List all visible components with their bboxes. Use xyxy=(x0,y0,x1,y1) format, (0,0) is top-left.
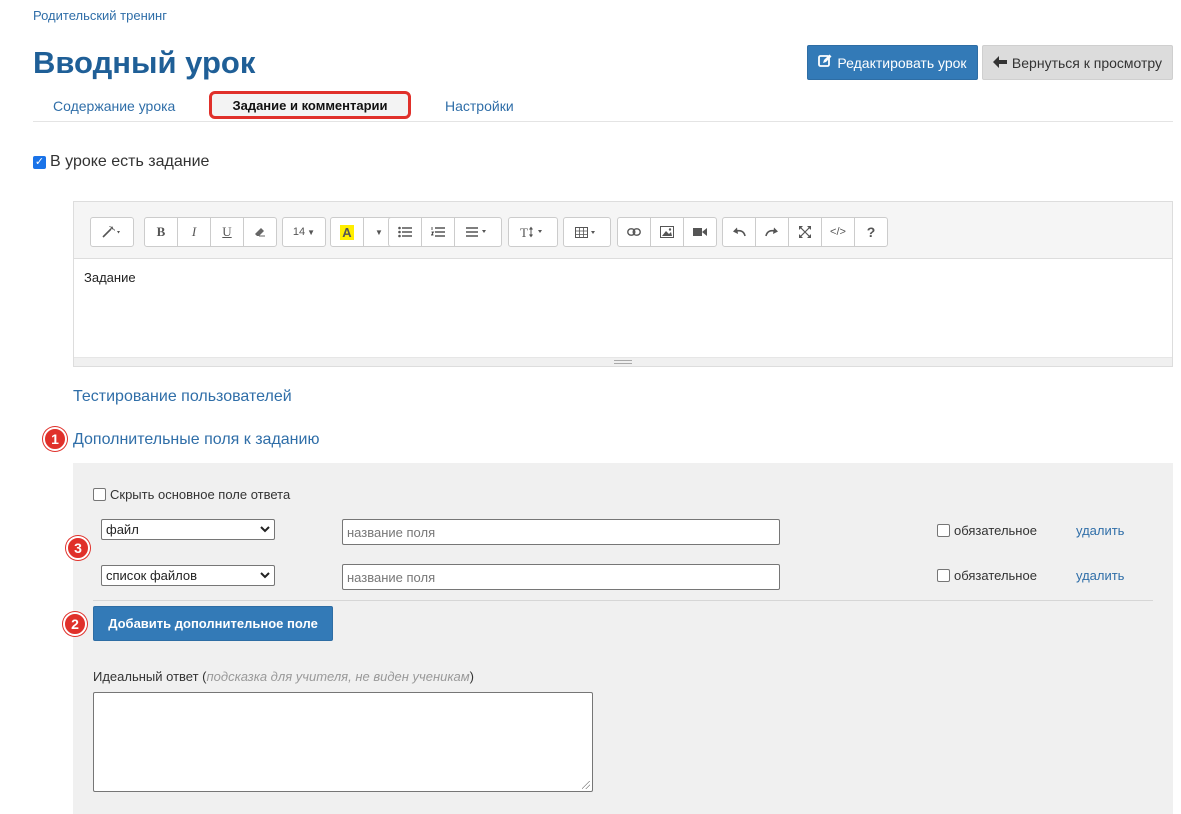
underline-icon[interactable]: U xyxy=(210,217,244,247)
link-icon[interactable] xyxy=(617,217,651,247)
eraser-icon[interactable] xyxy=(243,217,277,247)
video-icon[interactable] xyxy=(683,217,717,247)
back-to-view-label: Вернуться к просмотру xyxy=(1011,54,1163,71)
badge-3: 3 xyxy=(66,536,90,560)
hide-main-answer-row[interactable]: Скрыть основное поле ответа xyxy=(93,487,290,502)
format-group: B I U xyxy=(144,217,277,247)
numbered-list-icon[interactable] xyxy=(421,217,455,247)
user-testing-link[interactable]: Тестирование пользователей xyxy=(73,388,292,406)
ideal-answer-hint: подсказка для учителя, не виден ученикам xyxy=(206,669,470,684)
has-task-checkbox-row[interactable]: ✓ В уроке есть задание xyxy=(33,153,209,171)
tabs-divider xyxy=(33,121,1173,122)
ideal-answer-textarea[interactable] xyxy=(93,692,593,792)
font-size-select[interactable]: 14 ▼ xyxy=(282,217,326,247)
tab-settings[interactable]: Настройки xyxy=(445,97,514,115)
editor-toolbar: B I U 14 ▼ A ▼ T </> ? xyxy=(74,202,1172,259)
hide-main-answer-label: Скрыть основное поле ответа xyxy=(110,487,291,502)
has-task-checkbox[interactable]: ✓ xyxy=(33,155,46,169)
field-name-input[interactable]: название поля xyxy=(342,564,780,590)
resize-grip-icon[interactable] xyxy=(582,781,590,789)
text-color-icon[interactable]: A xyxy=(330,217,364,247)
page-title: Вводный урок xyxy=(33,45,256,80)
magic-wand-icon[interactable] xyxy=(90,217,134,247)
code-view-icon[interactable]: </> xyxy=(821,217,855,247)
insert-group xyxy=(617,217,717,247)
required-checkbox[interactable] xyxy=(937,524,950,537)
style-group xyxy=(90,217,134,247)
back-to-view-button[interactable]: Вернуться к просмотру xyxy=(982,45,1173,80)
fields-divider xyxy=(93,600,1153,601)
ideal-answer-label: Идеальный ответ (подсказка для учителя, … xyxy=(93,669,474,684)
required-checkbox[interactable] xyxy=(937,569,950,582)
editor-content[interactable]: Задание xyxy=(84,270,136,285)
edit-lesson-button[interactable]: Редактировать урок xyxy=(807,45,978,80)
extra-fields-link[interactable]: Дополнительные поля к заданию xyxy=(73,431,319,449)
color-group: A ▼ xyxy=(330,217,395,247)
badge-2: 2 xyxy=(63,612,87,636)
align-icon[interactable] xyxy=(454,217,502,247)
hide-main-answer-checkbox[interactable] xyxy=(93,488,106,501)
required-checkbox-row[interactable]: обязательное xyxy=(937,523,1037,538)
has-task-label: В уроке есть задание xyxy=(50,153,210,170)
history-group: </> ? xyxy=(722,217,888,247)
fullscreen-icon[interactable] xyxy=(788,217,822,247)
line-height-icon[interactable]: T xyxy=(508,217,558,247)
tab-task-and-comments[interactable]: Задание и комментарии xyxy=(209,91,411,119)
tab-lesson-content[interactable]: Содержание урока xyxy=(53,97,175,115)
field-type-select[interactable]: список файлов xyxy=(101,565,275,586)
delete-field-link[interactable]: удалить xyxy=(1076,568,1124,583)
edit-lesson-label: Редактировать урок xyxy=(837,54,967,71)
line-height-group: T xyxy=(508,217,558,247)
list-group xyxy=(388,217,502,247)
editor-resize-handle[interactable] xyxy=(74,357,1172,366)
image-icon[interactable] xyxy=(650,217,684,247)
field-name-input[interactable]: название поля xyxy=(342,519,780,545)
italic-icon[interactable]: I xyxy=(177,217,211,247)
bold-icon[interactable]: B xyxy=(144,217,178,247)
redo-icon[interactable] xyxy=(755,217,789,247)
breadcrumb-link[interactable]: Родительский тренинг xyxy=(33,8,167,23)
table-icon[interactable] xyxy=(563,217,611,247)
help-icon[interactable]: ? xyxy=(854,217,888,247)
arrow-left-icon xyxy=(992,55,1007,71)
required-label: обязательное xyxy=(954,568,1037,583)
bullet-list-icon[interactable] xyxy=(388,217,422,247)
required-label: обязательное xyxy=(954,523,1037,538)
svg-text:T: T xyxy=(520,226,528,238)
badge-1: 1 xyxy=(43,427,67,451)
undo-icon[interactable] xyxy=(722,217,756,247)
task-editor: B I U 14 ▼ A ▼ T </> ? Задание xyxy=(73,201,1173,367)
font-size-group: 14 ▼ xyxy=(282,217,326,247)
field-type-select[interactable]: файл xyxy=(101,519,275,540)
delete-field-link[interactable]: удалить xyxy=(1076,523,1124,538)
edit-icon xyxy=(818,54,832,71)
chevron-down-icon xyxy=(260,526,270,533)
grip-icon xyxy=(614,360,632,364)
table-group xyxy=(563,217,611,247)
add-extra-field-button[interactable]: Добавить дополнительное поле xyxy=(93,606,333,641)
required-checkbox-row[interactable]: обязательное xyxy=(937,568,1037,583)
chevron-down-icon xyxy=(260,572,270,579)
